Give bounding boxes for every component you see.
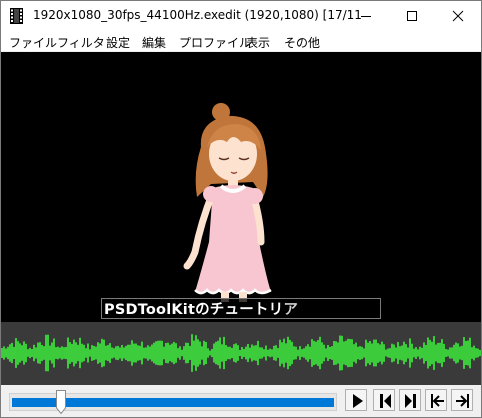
minimize-icon [361,16,371,17]
maximize-icon [407,11,417,21]
prev-frame-button[interactable] [373,389,395,411]
minimize-button[interactable] [343,1,389,31]
waveform-graph [1,334,481,372]
skip-end-icon [456,394,469,408]
subtitle-box: PSDToolKitのチュートリア [101,298,381,319]
audio-waveform [1,322,481,385]
play-button[interactable] [345,389,367,411]
step-forward-icon [405,394,416,408]
next-frame-button[interactable] [399,389,421,411]
window-title: 1920x1080_30fps_44100Hz.exedit (1920,108… [33,8,363,22]
subtitle-text: PSDToolKitのチュートリア [104,298,298,319]
go-start-button[interactable] [425,389,447,411]
video-preview[interactable]: PSDToolKitのチュートリア [1,52,481,322]
menu-edit[interactable]: 編集 [142,34,166,51]
play-icon [353,394,363,408]
step-back-icon [380,394,391,408]
maximize-button[interactable] [389,1,435,31]
close-icon [452,10,464,22]
subtitle-fade: ア [283,302,299,318]
close-button[interactable] [435,1,481,31]
skip-start-icon [431,394,444,408]
character-illustration [183,103,272,302]
menu-bar: ファイル フィルタ 設定 編集 プロファイル 表示 その他 [1,31,481,52]
title-bar[interactable]: 1920x1080_30fps_44100Hz.exedit (1920,108… [1,1,481,31]
menu-profile[interactable]: プロファイル [179,34,251,51]
seek-thumb[interactable] [56,390,66,414]
seek-bar[interactable] [9,390,337,414]
playback-controls [1,385,481,417]
menu-settings[interactable]: 設定 [106,34,130,51]
menu-filter[interactable]: フィルタ [57,34,105,51]
app-window: 1920x1080_30fps_44100Hz.exedit (1920,108… [0,0,482,418]
menu-file[interactable]: ファイル [9,34,57,51]
go-end-button[interactable] [451,389,473,411]
subtitle-main: PSDToolKitのチュートリ [104,302,284,318]
menu-other[interactable]: その他 [284,34,320,51]
app-film-icon [10,8,23,24]
menu-view[interactable]: 表示 [246,34,270,51]
